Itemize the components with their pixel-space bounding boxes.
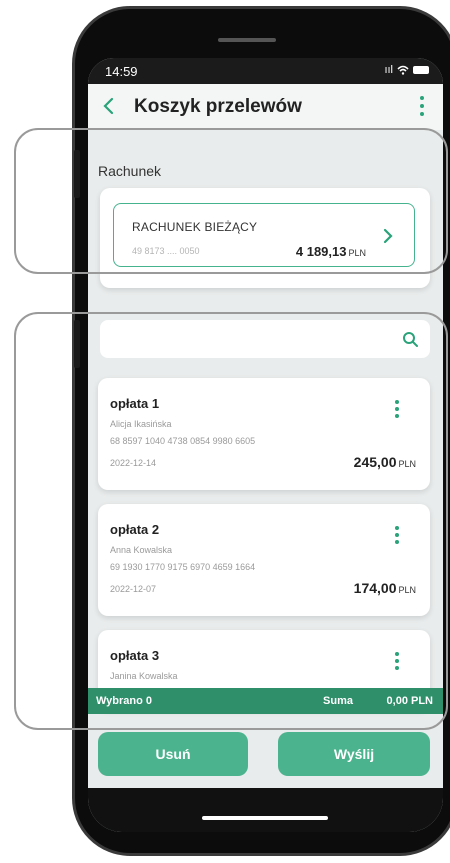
delete-button[interactable]: Usuń <box>98 732 248 776</box>
navigation-area <box>88 788 443 832</box>
clock: 14:59 <box>105 64 138 79</box>
page-title: Koszyk przelewów <box>134 96 302 117</box>
battery-icon <box>413 66 429 74</box>
signal-icon: ııl <box>384 64 393 76</box>
status-bar: 14:59 ııl <box>88 58 443 84</box>
home-indicator[interactable] <box>202 816 328 820</box>
wifi-icon <box>397 65 409 75</box>
highlight-frame-transfers <box>14 312 448 730</box>
send-button[interactable]: Wyślij <box>278 732 430 776</box>
speaker-notch <box>218 38 276 42</box>
highlight-frame-account <box>14 128 448 274</box>
top-app-bar: Koszyk przelewów <box>88 84 443 130</box>
status-icons: ııl <box>384 64 429 76</box>
back-arrow-icon[interactable] <box>100 96 118 116</box>
more-vertical-icon[interactable] <box>419 96 425 116</box>
